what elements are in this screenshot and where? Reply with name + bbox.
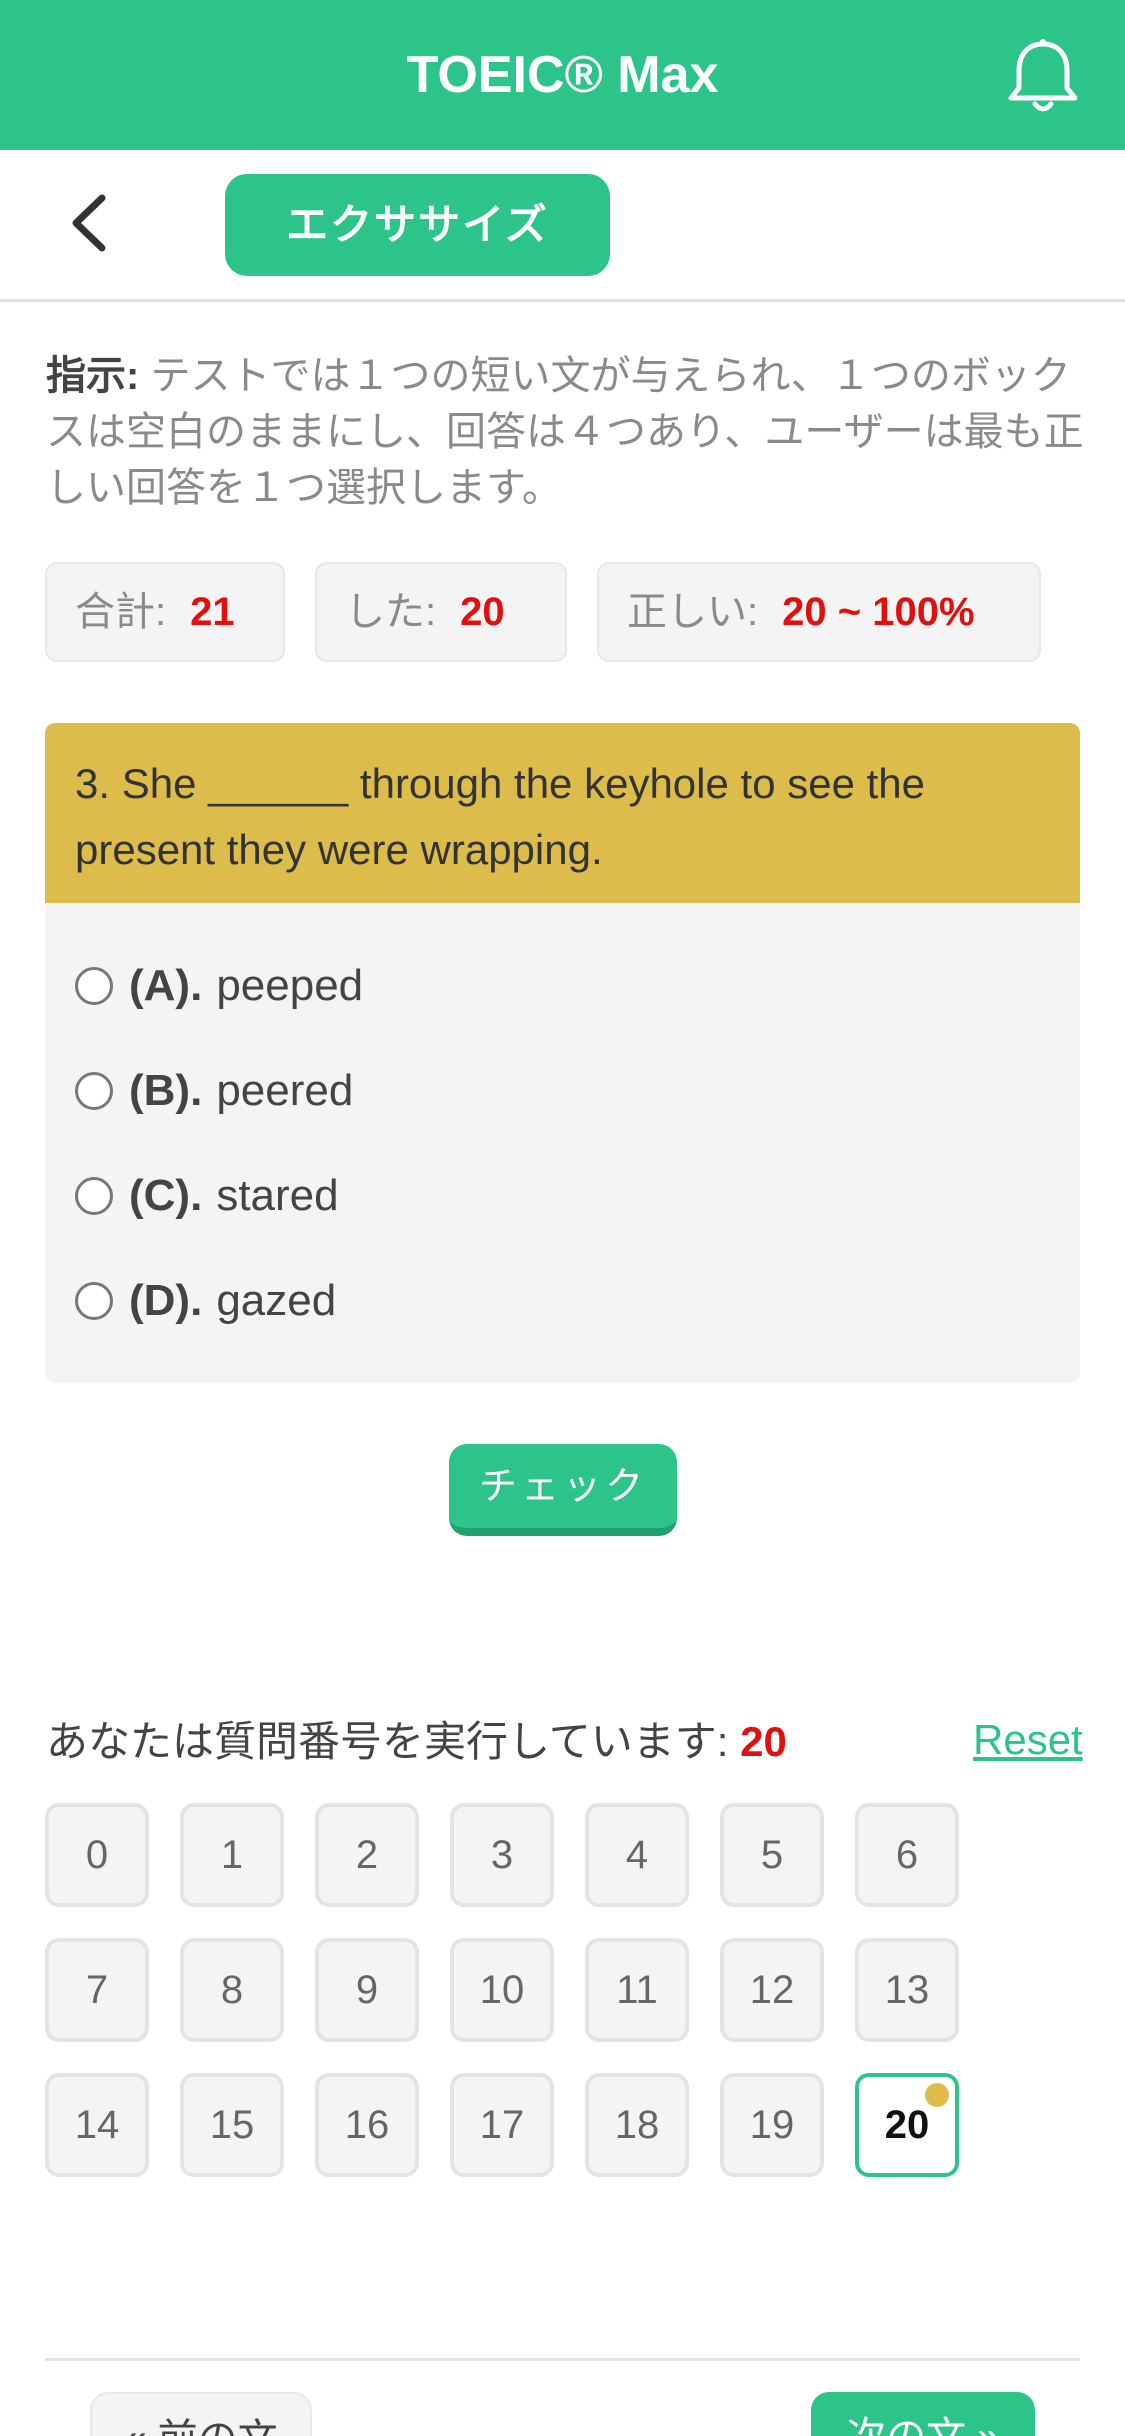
chevron-left-icon[interactable] [58,188,118,258]
stat-done-label: した: [345,590,437,634]
question-number-cell[interactable]: 5 [720,1803,824,1907]
question-number-cell[interactable]: 15 [180,2073,284,2177]
progress-label-text: あなたは質問番号を実行しています: [46,1718,729,1765]
question-number-cell[interactable]: 14 [45,2073,149,2177]
question-number-current-label: 20 [884,2103,930,2147]
check-button[interactable]: チェック [449,1444,677,1536]
question-number-cell[interactable]: 18 [585,2073,689,2177]
option-text: peeped [216,961,364,1010]
current-indicator-dot [925,2083,949,2107]
exercise-button[interactable]: エクササイズ [225,174,610,276]
instructions-label: 指示: [46,354,140,398]
question-number-cell[interactable]: 9 [315,1938,419,2042]
stat-correct: 正しい: 20 ~ 100% [597,562,1041,662]
stat-done-value: 20 [460,590,505,634]
option-letter: (B). [129,1066,203,1115]
question-number-cell[interactable]: 16 [315,2073,419,2177]
question-number-cell[interactable]: 12 [720,1938,824,2042]
stat-done: した: 20 [315,562,567,662]
prev-sentence-button[interactable]: « 前の文 [90,2392,312,2436]
question-number-cell[interactable]: 10 [450,1938,554,2042]
option-text: gazed [216,1276,337,1325]
question-number-cell[interactable]: 7 [45,1938,149,2042]
question-number-cell[interactable]: 2 [315,1803,419,1907]
instructions: 指示: テストでは１つの短い文が与えられ、１つのボックスは空白のままにし、回答は… [46,348,1086,516]
option-b[interactable]: (B). peered [75,1056,353,1126]
radio-button[interactable] [75,1177,113,1215]
radio-button[interactable] [75,1072,113,1110]
question-number-cell[interactable]: 11 [585,1938,689,2042]
question-number-cell[interactable]: 8 [180,1938,284,2042]
option-letter: (A). [129,961,203,1010]
stat-total-value: 21 [190,590,235,634]
option-text: stared [216,1171,339,1220]
option-letter: (C). [129,1171,203,1220]
stat-correct-label: 正しい: [627,590,759,634]
app-bar: TOEIC® Max [0,0,1125,150]
option-text: peered [216,1066,354,1115]
sub-header: エクササイズ [0,150,1125,302]
instructions-text: テストでは１つの短い文が与えられ、１つのボックスは空白のままにし、回答は４つあり… [46,354,1084,510]
radio-button[interactable] [75,1282,113,1320]
question-text: 3. She ______ through the keyhole to see… [45,723,1080,903]
option-a[interactable]: (A). peeped [75,951,363,1021]
stat-correct-value: 20 ~ 100% [782,590,975,634]
question-number-cell[interactable]: 19 [720,2073,824,2177]
reset-link[interactable]: Reset [973,1710,1083,1770]
next-sentence-button[interactable]: 次の文 » [811,2392,1035,2436]
question-number-cell[interactable]: 1 [180,1803,284,1907]
app-title: TOEIC® Max [406,46,719,104]
option-d[interactable]: (D). gazed [75,1266,336,1336]
question-number-cell-current[interactable]: 20 [855,2073,959,2177]
divider [45,2358,1080,2361]
bell-icon[interactable] [1005,36,1081,116]
question-number-cell[interactable]: 3 [450,1803,554,1907]
progress-label: あなたは質問番号を実行しています: 20 [46,1712,787,1772]
stat-total: 合計: 21 [45,562,285,662]
option-c[interactable]: (C). stared [75,1161,339,1231]
question-number-cell[interactable]: 17 [450,2073,554,2177]
question-number-cell[interactable]: 0 [45,1803,149,1907]
question-number-grid: 0 1 2 3 4 5 6 7 8 9 10 11 12 13 14 15 16… [45,1803,1045,2183]
question-number-cell[interactable]: 4 [585,1803,689,1907]
option-letter: (D). [129,1276,203,1325]
question-number-cell[interactable]: 6 [855,1803,959,1907]
stat-total-label: 合計: [75,590,167,634]
current-question-number: 20 [740,1718,787,1765]
radio-button[interactable] [75,967,113,1005]
answer-options: (A). peeped (B). peered (C). stared (D).… [45,903,1080,1383]
question-number-cell[interactable]: 13 [855,1938,959,2042]
